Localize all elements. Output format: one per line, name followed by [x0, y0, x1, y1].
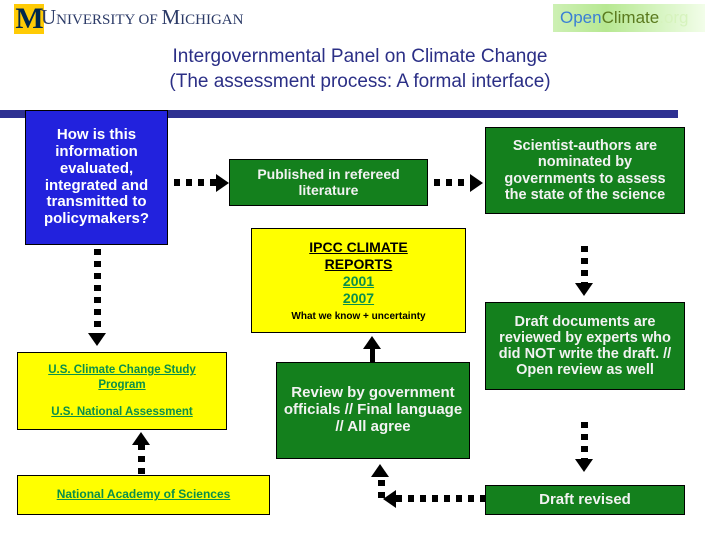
arrow-revised-to-review-horizontal-stem	[396, 495, 486, 502]
arrow-review-to-ipcc-head	[363, 336, 381, 349]
us-program-box: U.S. Climate Change Study Program U.S. N…	[17, 352, 227, 430]
wordmark-ichigan: ICHIGAN	[180, 12, 244, 28]
ipcc-report-2007-link[interactable]: 2007	[343, 290, 374, 307]
scientist-authors-box: Scientist-authors are nominated by gover…	[485, 127, 685, 214]
university-of-michigan-wordmark: UNIVERSITY OF MICHIGAN	[41, 7, 243, 31]
slide-canvas: M UNIVERSITY OF MICHIGAN Open Climate .org…	[0, 0, 720, 540]
ipcc-reports-title-line-1: IPCC CLIMATE	[309, 239, 408, 256]
university-of-michigan-logo: M UNIVERSITY OF MICHIGAN	[14, 2, 243, 36]
michigan-block-m-icon: M	[14, 2, 44, 35]
arrow-question-to-us-program-stem	[94, 249, 101, 335]
arrow-academy-to-us-program-head	[132, 432, 150, 445]
title-line-2: (The assessment process: A formal interf…	[169, 71, 551, 92]
arrow-revised-to-review-vertical-head	[371, 464, 389, 477]
arrow-published-to-scientists-head	[470, 174, 483, 192]
draft-revised-box: Draft revised	[485, 485, 685, 515]
draft-reviewed-box: Draft documents are reviewed by experts …	[485, 302, 685, 390]
arrow-question-to-published-head	[216, 174, 229, 192]
page-title: Intergovernmental Panel on Climate Chang…	[0, 44, 720, 94]
national-academy-box: National Academy of Sciences	[17, 475, 270, 515]
ipcc-reports-caption: What we know + uncertainty	[291, 310, 426, 322]
us-national-assessment-link[interactable]: U.S. National Assessment	[51, 406, 192, 419]
title-line-1: Intergovernmental Panel on Climate Chang…	[172, 46, 548, 67]
wordmark-u: U	[41, 5, 57, 29]
arrow-scientists-to-draft-reviewed-head	[575, 283, 593, 296]
openclimate-org-text: .org	[659, 8, 689, 27]
openclimate-open-text: Open	[560, 8, 602, 27]
openclimate-climate-text: Climate	[601, 8, 660, 27]
arrow-draft-reviewed-to-revised-stem	[581, 422, 588, 460]
ipcc-climate-reports-box: IPCC CLIMATE REPORTS 2001 2007 What we k…	[251, 228, 466, 333]
wordmark-m: M	[161, 5, 181, 29]
ipcc-reports-title-line-2: REPORTS	[324, 256, 393, 273]
arrow-revised-to-review-vertical-stem	[378, 480, 385, 502]
ipcc-report-2001-link[interactable]: 2001	[343, 273, 374, 290]
review-by-government-officials-box: Review by government officials // Final …	[276, 362, 470, 459]
arrow-question-to-us-program-head	[88, 333, 106, 346]
wordmark-niversity-of: NIVERSITY OF	[56, 12, 162, 28]
us-climate-change-study-program-link[interactable]: U.S. Climate Change Study Program	[23, 363, 221, 392]
arrow-question-to-published-stem	[174, 179, 218, 186]
national-academy-of-sciences-link[interactable]: National Academy of Sciences	[57, 487, 231, 501]
published-in-refereed-literature-box: Published in refereed literature	[229, 159, 428, 206]
openclimate-logo[interactable]: Open Climate .org	[553, 4, 705, 32]
arrow-scientists-to-draft-reviewed-stem	[581, 246, 588, 284]
arrow-draft-reviewed-to-revised-head	[575, 459, 593, 472]
question-box: How is this information evaluated, integ…	[25, 110, 168, 245]
